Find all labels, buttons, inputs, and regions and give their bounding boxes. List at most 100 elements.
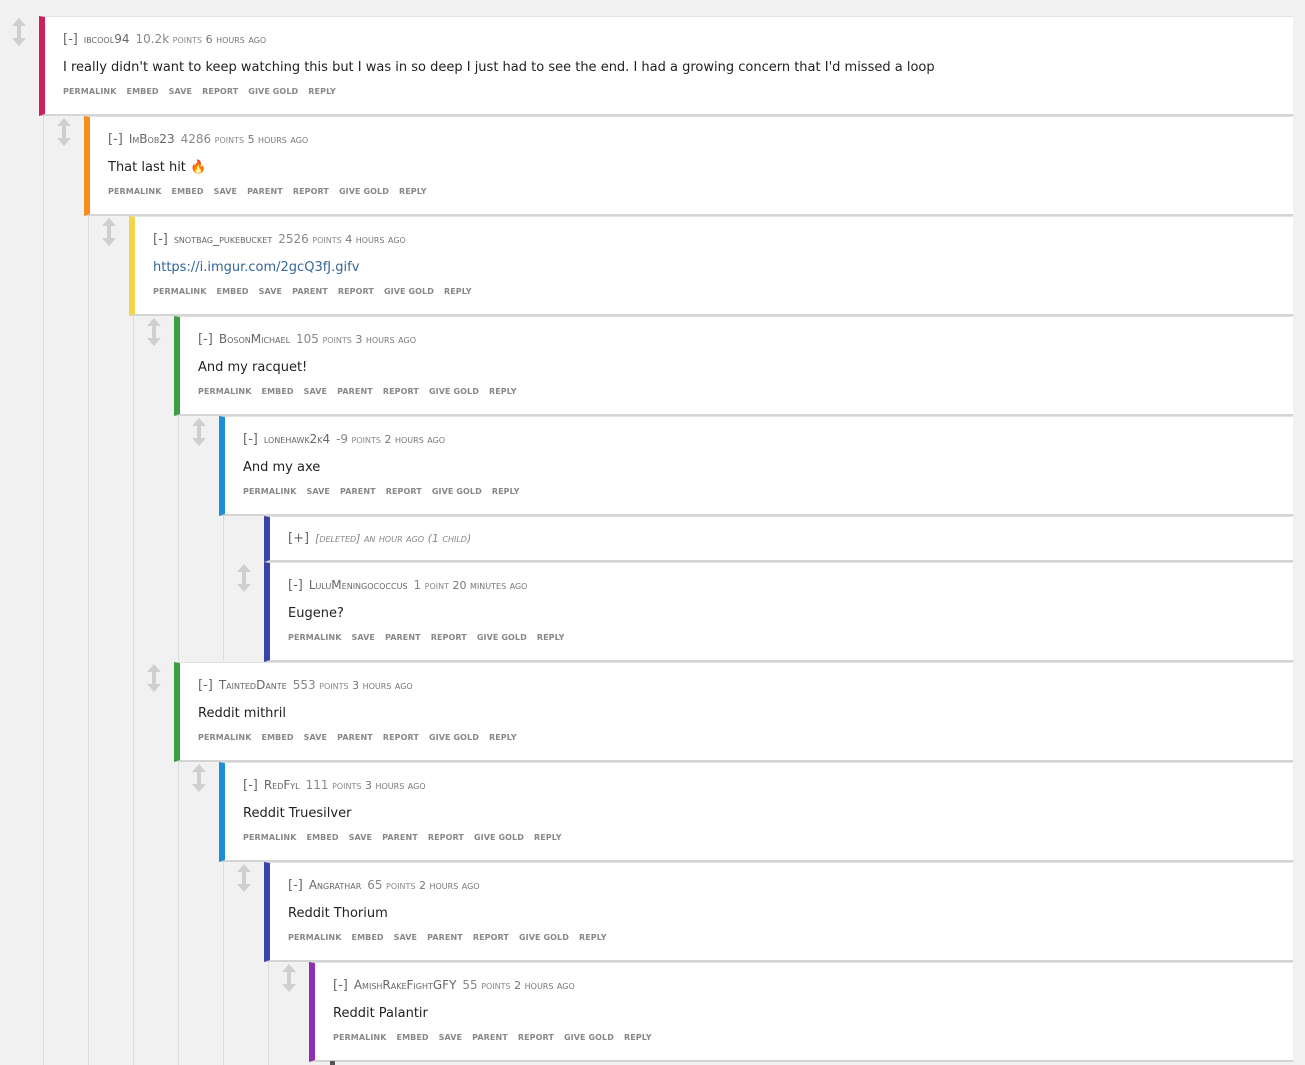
action-save-link[interactable]: save [439, 1033, 462, 1042]
action-reply-link[interactable]: reply [489, 733, 517, 742]
action-report-link[interactable]: report [383, 733, 419, 742]
upvote-arrow-icon[interactable] [57, 118, 71, 126]
vote-arrows[interactable] [235, 564, 253, 594]
downvote-arrow-icon[interactable] [237, 884, 251, 892]
action-give-gold-link[interactable]: give gold [474, 833, 524, 842]
action-give-gold-link[interactable]: give gold [477, 633, 527, 642]
collapse-toggle[interactable]: [-] [288, 578, 303, 593]
upvote-arrow-icon[interactable] [102, 218, 116, 226]
action-reply-link[interactable]: reply [579, 933, 607, 942]
downvote-arrow-icon[interactable] [147, 684, 161, 692]
expand-toggle[interactable]: [+] [288, 531, 309, 546]
collapse-toggle[interactable]: [-] [243, 432, 258, 447]
comment-link[interactable]: https://i.imgur.com/2gcQ3fJ.gifv [153, 259, 359, 277]
author-link[interactable]: lonehawk2k4 [264, 432, 330, 446]
action-report-link[interactable]: report [383, 387, 419, 396]
action-reply-link[interactable]: reply [399, 187, 427, 196]
author-link[interactable]: TaintedDante [219, 678, 287, 692]
action-permalink-link[interactable]: permalink [63, 87, 117, 96]
action-reply-link[interactable]: reply [308, 87, 336, 96]
action-save-link[interactable]: save [352, 633, 375, 642]
action-save-link[interactable]: save [349, 833, 372, 842]
author-link[interactable]: LuluMeningococcus [309, 578, 408, 592]
collapse-toggle[interactable]: [-] [108, 132, 123, 147]
action-report-link[interactable]: report [431, 633, 467, 642]
upvote-arrow-icon[interactable] [147, 318, 161, 326]
upvote-arrow-icon[interactable] [237, 864, 251, 872]
author-link[interactable]: Angrathar [309, 878, 361, 892]
collapse-toggle[interactable]: [-] [198, 332, 213, 347]
action-permalink-link[interactable]: permalink [198, 733, 252, 742]
downvote-arrow-icon[interactable] [192, 784, 206, 792]
upvote-arrow-icon[interactable] [147, 664, 161, 672]
action-report-link[interactable]: report [473, 933, 509, 942]
author-link[interactable]: RedFyl [264, 778, 300, 792]
action-save-link[interactable]: save [304, 387, 327, 396]
vote-arrows[interactable] [100, 218, 118, 248]
collapse-toggle[interactable]: [-] [288, 878, 303, 893]
action-permalink-link[interactable]: permalink [243, 487, 297, 496]
action-give-gold-link[interactable]: give gold [339, 187, 389, 196]
action-parent-link[interactable]: parent [292, 287, 328, 296]
action-permalink-link[interactable]: permalink [198, 387, 252, 396]
action-embed-link[interactable]: embed [262, 733, 294, 742]
upvote-arrow-icon[interactable] [12, 18, 26, 26]
action-permalink-link[interactable]: permalink [333, 1033, 387, 1042]
action-permalink-link[interactable]: permalink [288, 633, 342, 642]
action-give-gold-link[interactable]: give gold [384, 287, 434, 296]
downvote-arrow-icon[interactable] [57, 138, 71, 146]
action-reply-link[interactable]: reply [492, 487, 520, 496]
upvote-arrow-icon[interactable] [192, 764, 206, 772]
action-parent-link[interactable]: parent [337, 733, 373, 742]
downvote-arrow-icon[interactable] [102, 238, 116, 246]
downvote-arrow-icon[interactable] [282, 984, 296, 992]
action-report-link[interactable]: report [428, 833, 464, 842]
downvote-arrow-icon[interactable] [12, 38, 26, 46]
upvote-arrow-icon[interactable] [282, 964, 296, 972]
vote-arrows[interactable] [145, 318, 163, 348]
collapse-toggle[interactable]: [-] [333, 978, 348, 993]
action-report-link[interactable]: report [386, 487, 422, 496]
collapse-toggle[interactable]: [-] [198, 678, 213, 693]
action-reply-link[interactable]: reply [489, 387, 517, 396]
action-parent-link[interactable]: parent [247, 187, 283, 196]
author-link[interactable]: ImBob23 [129, 132, 175, 146]
action-reply-link[interactable]: reply [534, 833, 562, 842]
downvote-arrow-icon[interactable] [147, 338, 161, 346]
action-parent-link[interactable]: parent [337, 387, 373, 396]
action-parent-link[interactable]: parent [340, 487, 376, 496]
action-reply-link[interactable]: reply [537, 633, 565, 642]
downvote-arrow-icon[interactable] [237, 584, 251, 592]
action-embed-link[interactable]: embed [352, 933, 384, 942]
author-link[interactable]: BosonMichael [219, 332, 290, 346]
vote-arrows[interactable] [55, 118, 73, 148]
action-give-gold-link[interactable]: give gold [429, 387, 479, 396]
action-embed-link[interactable]: embed [217, 287, 249, 296]
vote-arrows[interactable] [280, 964, 298, 994]
action-reply-link[interactable]: reply [624, 1033, 652, 1042]
action-save-link[interactable]: save [259, 287, 282, 296]
action-give-gold-link[interactable]: give gold [432, 487, 482, 496]
action-give-gold-link[interactable]: give gold [519, 933, 569, 942]
author-link[interactable]: AmishRakeFightGFY [354, 978, 457, 992]
action-parent-link[interactable]: parent [427, 933, 463, 942]
action-save-link[interactable]: save [214, 187, 237, 196]
action-parent-link[interactable]: parent [385, 633, 421, 642]
action-report-link[interactable]: report [338, 287, 374, 296]
author-link[interactable]: ibcool94 [84, 32, 130, 46]
collapse-toggle[interactable]: [-] [243, 778, 258, 793]
action-embed-link[interactable]: embed [262, 387, 294, 396]
action-permalink-link[interactable]: permalink [153, 287, 207, 296]
vote-arrows[interactable] [190, 764, 208, 794]
action-save-link[interactable]: save [169, 87, 192, 96]
vote-arrows[interactable] [190, 418, 208, 448]
collapse-toggle[interactable]: [-] [63, 32, 78, 47]
action-parent-link[interactable]: parent [382, 833, 418, 842]
action-give-gold-link[interactable]: give gold [564, 1033, 614, 1042]
action-reply-link[interactable]: reply [444, 287, 472, 296]
vote-arrows[interactable] [10, 18, 28, 48]
action-permalink-link[interactable]: permalink [243, 833, 297, 842]
action-embed-link[interactable]: embed [172, 187, 204, 196]
author-link[interactable]: snotbag_pukebucket [174, 232, 272, 246]
action-embed-link[interactable]: embed [307, 833, 339, 842]
